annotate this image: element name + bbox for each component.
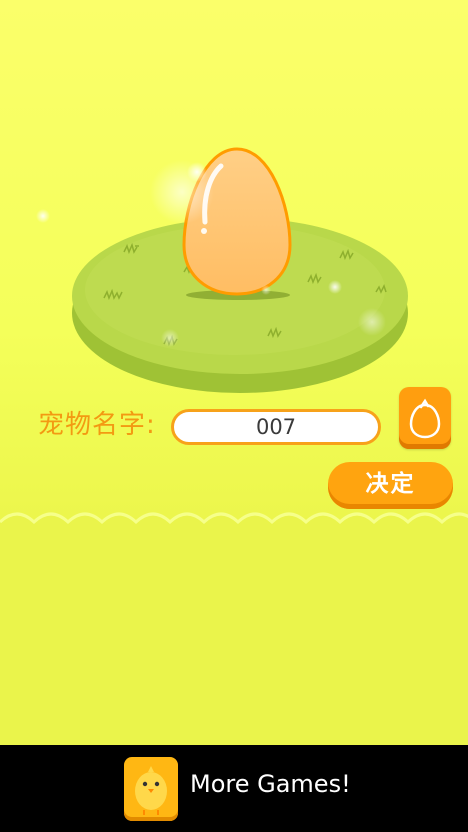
pet-name-label: 宠物名字: [38, 410, 156, 440]
chick-art [135, 766, 167, 815]
confirm-button[interactable]: 决定 [328, 462, 453, 509]
scalloped-ground [0, 512, 468, 745]
random-name-button[interactable] [399, 387, 451, 449]
egg-outline-icon [409, 398, 441, 439]
game-scene [0, 0, 468, 745]
pet-name-input[interactable] [171, 409, 381, 445]
more-games-link[interactable]: More Games! [190, 770, 351, 798]
chick-icon[interactable] [124, 757, 178, 821]
